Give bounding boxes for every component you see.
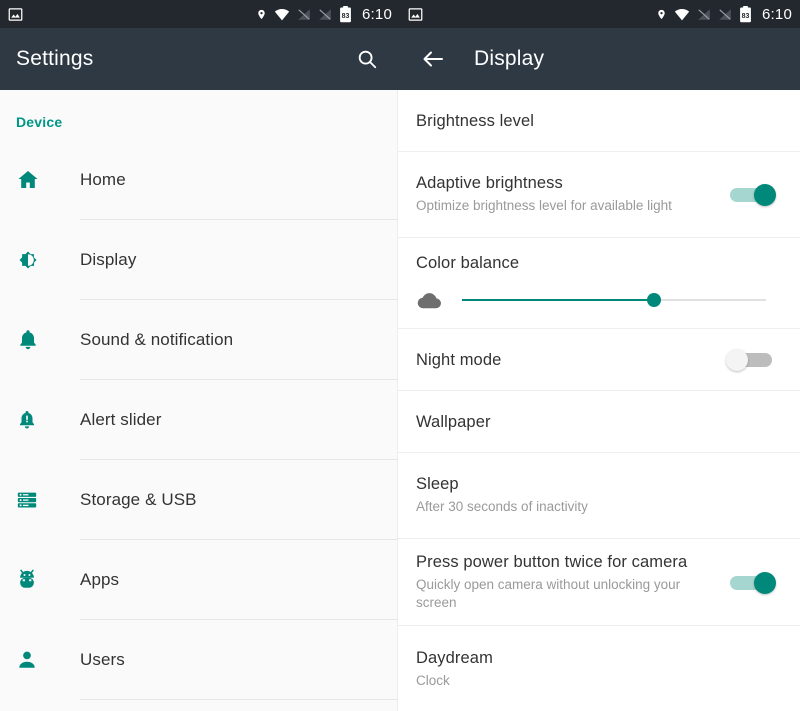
page-title: Settings: [16, 47, 94, 70]
pref-title: Brightness level: [416, 111, 535, 130]
sidebar-item-display[interactable]: Display: [0, 220, 397, 300]
sidebar-item-storage-usb[interactable]: Storage & USB: [0, 460, 397, 540]
pref-text: Adaptive brightness Optimize brightness …: [416, 174, 714, 215]
pref-brightness-level[interactable]: Brightness level: [398, 90, 800, 152]
pref-title: Color balance: [416, 254, 520, 272]
pref-text: Wallpaper: [416, 413, 776, 432]
pref-adaptive-brightness[interactable]: Adaptive brightness Optimize brightness …: [398, 152, 800, 238]
pref-color-balance[interactable]: Color balance: [398, 238, 800, 329]
pref-subtitle: After 30 seconds of inactivity: [416, 499, 588, 515]
pref-subtitle: Quickly open camera without unlocking yo…: [416, 577, 681, 611]
sidebar-item-home[interactable]: Home: [0, 140, 397, 220]
sidebar-item-apps[interactable]: Apps: [0, 540, 397, 620]
person-icon: [16, 649, 50, 671]
android-robot-icon: [16, 568, 50, 592]
pref-title: Night mode: [416, 350, 502, 369]
slider-knob[interactable]: [646, 293, 661, 307]
sidebar-nav-list: Home Display Sound & notification Alert …: [0, 140, 397, 700]
slider-fill: [462, 299, 654, 301]
sidebar-item-sound-notification[interactable]: Sound & notification: [0, 300, 397, 380]
pref-sleep[interactable]: Sleep After 30 seconds of inactivity: [398, 453, 800, 539]
pref-daydream[interactable]: Daydream Clock: [398, 626, 800, 711]
sidebar-item-users[interactable]: Users: [0, 620, 397, 700]
sidebar-item-label: Apps: [80, 570, 120, 589]
back-button[interactable]: [416, 42, 450, 76]
battery-level-text: 83: [742, 12, 750, 19]
sidebar-item-label: Sound & notification: [80, 330, 234, 349]
settings-sidebar: Device Home Display Sound & notification…: [0, 90, 398, 711]
settings-app-bar: Settings: [0, 28, 400, 90]
pref-night-mode[interactable]: Night mode: [398, 329, 800, 391]
status-bar-notification-icons-right: [408, 7, 423, 22]
status-bar-left: 83 6:10: [0, 0, 400, 28]
pref-text: Daydream Clock: [416, 649, 776, 690]
pref-wallpaper[interactable]: Wallpaper: [398, 391, 800, 453]
adaptive-brightness-toggle[interactable]: [726, 182, 776, 208]
sim-2-no-signal-icon: [318, 8, 332, 21]
arrow-back-icon: [421, 47, 445, 71]
pref-text: Press power button twice for camera Quic…: [416, 553, 714, 612]
sim-2-no-signal-icon: [718, 8, 732, 21]
sidebar-section-device: Device: [16, 114, 63, 130]
cloud-brightness-icon: [416, 289, 452, 311]
bell-icon: [16, 328, 50, 352]
battery-icon: 83: [339, 5, 352, 23]
pref-title: Daydream: [416, 648, 493, 667]
power-button-camera-toggle[interactable]: [726, 570, 776, 596]
pref-text: Night mode: [416, 351, 714, 370]
status-bar-system-icons-left-panel: 83 6:10: [256, 5, 392, 23]
location-pin-icon: [656, 7, 667, 22]
search-button[interactable]: [350, 42, 384, 76]
toggle-thumb: [754, 184, 776, 206]
sidebar-item-label: Users: [80, 650, 125, 669]
wifi-icon: [674, 8, 690, 21]
screenshot-image-icon: [408, 7, 423, 22]
pref-text: Brightness level: [416, 112, 776, 131]
sidebar-item-label: Alert slider: [80, 410, 162, 429]
toggle-thumb: [726, 349, 748, 371]
pref-title: Press power button twice for camera: [416, 553, 688, 571]
bell-alert-icon: [16, 409, 50, 431]
pref-subtitle: Optimize brightness level for available …: [416, 198, 672, 214]
status-bar-notification-icons: [8, 7, 23, 22]
sidebar-item-alert-slider[interactable]: Alert slider: [0, 380, 397, 460]
toggle-thumb: [754, 571, 776, 594]
pref-power-button-camera[interactable]: Press power button twice for camera Quic…: [398, 539, 800, 627]
home-icon: [16, 168, 50, 192]
status-bar-row: 83 6:10 83 6:10: [0, 0, 800, 28]
status-bar-clock-left: 6:10: [362, 5, 392, 23]
pref-text: Sleep After 30 seconds of inactivity: [416, 475, 776, 516]
display-page-title: Display: [474, 47, 545, 70]
sidebar-item-label: Storage & USB: [80, 490, 197, 509]
content-row: Device Home Display Sound & notification…: [0, 90, 800, 711]
status-bar-system-icons-right-panel: 83 6:10: [656, 5, 792, 23]
night-mode-toggle[interactable]: [726, 347, 776, 373]
color-balance-slider[interactable]: [462, 291, 766, 309]
battery-level-text: 83: [342, 12, 350, 19]
sim-1-no-signal-icon: [697, 8, 711, 21]
app-bar-row: Settings Display: [0, 28, 800, 90]
display-app-bar: Display: [400, 28, 800, 90]
location-pin-icon: [256, 7, 267, 22]
sim-1-no-signal-icon: [297, 8, 311, 21]
brightness-icon: [16, 248, 50, 272]
storage-list-icon: [16, 489, 50, 511]
battery-icon: 83: [739, 5, 752, 23]
pref-title: Adaptive brightness: [416, 174, 563, 193]
pref-title: Sleep: [416, 475, 459, 494]
status-bar-clock-right: 6:10: [762, 5, 792, 23]
display-settings-list: Brightness level Adaptive brightness Opt…: [398, 90, 800, 711]
sidebar-item-label: Home: [80, 170, 126, 189]
pref-subtitle: Clock: [416, 672, 450, 688]
status-bar-right: 83 6:10: [400, 0, 800, 28]
sidebar-item-label: Display: [80, 250, 137, 269]
android-settings-screen: 83 6:10 83 6:10 Settings Display Device …: [0, 0, 800, 711]
screenshot-image-icon: [8, 7, 23, 22]
search-icon: [356, 48, 378, 70]
color-balance-slider-row: [416, 289, 776, 311]
pref-title: Wallpaper: [416, 412, 491, 431]
wifi-icon: [274, 8, 290, 21]
